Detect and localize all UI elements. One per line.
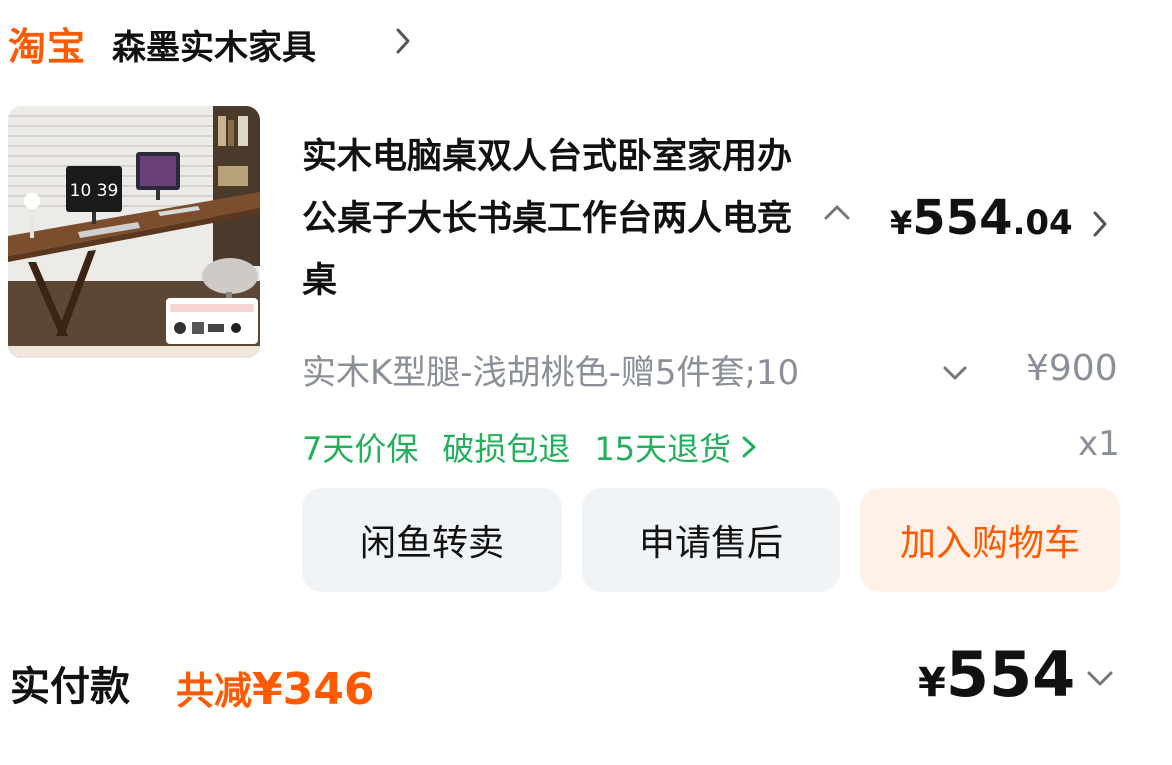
item-price: ¥554.04 [890,190,1073,246]
total-amount: 554 [945,638,1076,711]
chevron-up-icon[interactable] [822,200,852,224]
product-image[interactable]: 10 39 [8,106,260,358]
discount-summary: 共减¥346 [176,660,374,715]
taobao-logo: 淘宝 [8,25,87,69]
shop-name[interactable]: 森墨实木家具 [112,20,316,69]
chevron-right-icon[interactable] [1088,208,1112,240]
quantity: x1 [1078,424,1120,464]
desk-photo-icon: 10 39 [8,106,260,358]
price-decimal: .04 [1012,203,1073,243]
service-damage-return: 破损包退 [442,430,571,468]
paid-label: 实付款 [10,664,130,710]
add-to-cart-button[interactable]: 加入购物车 [860,488,1120,592]
aftersale-button[interactable]: 申请售后 [582,488,840,592]
service-price-protect: 7天价保 [302,430,419,468]
price-currency: ¥ [890,204,913,242]
discount-amount: ¥346 [252,664,375,715]
total-currency: ¥ [918,660,946,706]
paid-total: ¥554 [918,638,1075,711]
discount-label: 共减 [176,669,253,713]
service-tags[interactable]: 7天价保 破损包退 15天退货 [302,424,759,470]
resell-button[interactable]: 闲鱼转卖 [302,488,562,592]
original-price: ¥900 [1026,348,1118,389]
chevron-right-icon[interactable] [739,433,759,461]
product-title[interactable]: 实木电脑桌双人台式卧室家用办公桌子大长书桌工作台两人电竞桌 [302,126,802,312]
service-15day-return: 15天退货 [594,430,732,468]
monitor-clock: 10 39 [70,181,119,201]
price-integer: 554 [912,190,1013,246]
sku-spec[interactable]: 实木K型腿-浅胡桃色-赠5件套;10 [302,345,912,394]
chevron-right-icon[interactable] [392,26,414,56]
chevron-down-icon[interactable] [940,362,970,384]
chevron-down-icon[interactable] [1084,668,1116,690]
